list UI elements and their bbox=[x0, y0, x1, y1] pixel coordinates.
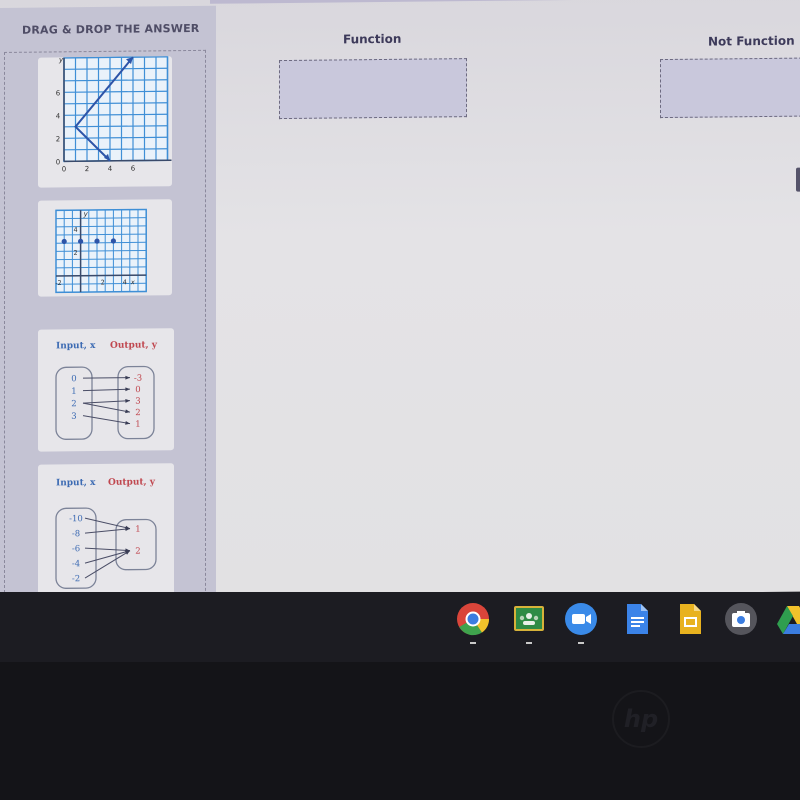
scrollbar[interactable] bbox=[796, 167, 800, 192]
camera-icon[interactable] bbox=[724, 602, 758, 636]
output-value: 0 bbox=[135, 385, 140, 395]
x-tick-label: 2 bbox=[85, 165, 89, 173]
google-drive-icon[interactable] bbox=[776, 602, 800, 636]
x-tick-label: 4 bbox=[108, 165, 113, 173]
hp-logo: hp bbox=[612, 690, 670, 748]
answer-card-graph-v[interactable]: 0246x0246y bbox=[38, 56, 172, 188]
y-tick-label: 2 bbox=[56, 135, 60, 143]
output-value: 3 bbox=[135, 397, 140, 407]
mapping-arrow bbox=[84, 517, 131, 530]
input-value: -8 bbox=[72, 529, 80, 539]
function-column-title: Function bbox=[343, 31, 402, 47]
google-slides-icon[interactable] bbox=[673, 602, 707, 636]
classroom-active-indicator bbox=[526, 642, 532, 644]
mapping-arrow bbox=[82, 402, 131, 413]
y-axis-label: y bbox=[58, 56, 64, 64]
x-tick-label: 0 bbox=[62, 165, 66, 173]
y-tick-label: 2 bbox=[74, 249, 78, 257]
function-drop-zone[interactable] bbox=[279, 58, 467, 120]
input-value: 2 bbox=[71, 399, 76, 409]
google-classroom-icon[interactable] bbox=[512, 602, 546, 636]
output-value: 1 bbox=[135, 420, 140, 430]
mapping-diagram-1: 0123-30321 bbox=[55, 365, 155, 440]
mapping-arrow bbox=[82, 388, 131, 392]
arrowhead bbox=[125, 409, 130, 414]
mapping-arrow bbox=[82, 415, 131, 425]
mapping-arrow bbox=[84, 550, 131, 579]
input-value: -10 bbox=[69, 514, 83, 524]
y-tick-label: 4 bbox=[74, 226, 78, 234]
answer-card-mapping-2[interactable]: Input, x Output, y -10 -8 -6 -4 -2 1 2 bbox=[38, 463, 174, 600]
answer-card-graph-points[interactable]: -2 2 4 x 2 4 y bbox=[38, 199, 172, 297]
output-value: -3 bbox=[134, 374, 142, 384]
input-value: 1 bbox=[71, 387, 76, 397]
x-tick-label: 4 bbox=[123, 278, 127, 286]
mapping-arrow bbox=[84, 547, 131, 552]
answer-bank-title: DRAG & DROP THE ANSWER bbox=[22, 21, 200, 37]
graph-grid-bg bbox=[63, 56, 169, 163]
answer-bank-panel: DRAG & DROP THE ANSWER 0246x0246y -224x2… bbox=[0, 5, 216, 600]
mapping-arrow bbox=[84, 550, 131, 564]
mapping-arrow bbox=[84, 528, 131, 534]
arrowhead bbox=[125, 375, 130, 380]
graph-horizontal-points: -2 2 4 x24y bbox=[55, 208, 147, 294]
input-value: -6 bbox=[72, 544, 80, 554]
x-axis-label: x bbox=[130, 278, 135, 286]
input-value: 0 bbox=[71, 374, 76, 384]
arrowhead bbox=[125, 387, 130, 392]
y-tick-label: 0 bbox=[56, 158, 60, 166]
google-docs-icon[interactable] bbox=[620, 602, 654, 636]
zoom-active-indicator bbox=[578, 642, 584, 644]
chrome-icon[interactable] bbox=[456, 602, 490, 636]
graph-v-shape: 0246x0246y bbox=[56, 56, 172, 173]
x-tick-label: 2 bbox=[101, 279, 105, 287]
arrowhead bbox=[125, 398, 130, 403]
y-axis-label: y bbox=[83, 210, 89, 218]
mapping-diagram-2: -10 -8 -6 -4 -2 1 2 bbox=[55, 507, 157, 589]
answer-card-mapping-1[interactable]: Input, x Output, y 0 1 2 3 -3 0 3 2 1 bbox=[38, 328, 174, 452]
y-tick-label: 6 bbox=[56, 89, 61, 97]
output-value: 1 bbox=[135, 525, 140, 535]
monitor-bezel bbox=[0, 662, 800, 800]
output-value: 2 bbox=[135, 408, 140, 418]
x-tick-label: 6 bbox=[131, 165, 136, 173]
x-tick-label: -2 bbox=[55, 279, 61, 287]
not-function-drop-zone[interactable] bbox=[660, 57, 800, 119]
arrowhead bbox=[125, 420, 130, 425]
input-value: 3 bbox=[71, 412, 76, 422]
input-value: -2 bbox=[72, 574, 80, 584]
y-tick-label: 4 bbox=[56, 112, 61, 120]
output-value: 2 bbox=[135, 547, 140, 557]
zoom-icon[interactable] bbox=[564, 602, 598, 636]
chrome-active-indicator bbox=[470, 642, 476, 644]
input-value: -4 bbox=[72, 559, 80, 569]
mapping-arrow bbox=[82, 400, 131, 404]
screen: DRAG & DROP THE ANSWER 0246x0246y -224x2… bbox=[0, 0, 800, 600]
not-function-column-title: Not Function bbox=[708, 33, 795, 49]
x-axis bbox=[56, 274, 147, 277]
header-strip bbox=[210, 0, 800, 4]
